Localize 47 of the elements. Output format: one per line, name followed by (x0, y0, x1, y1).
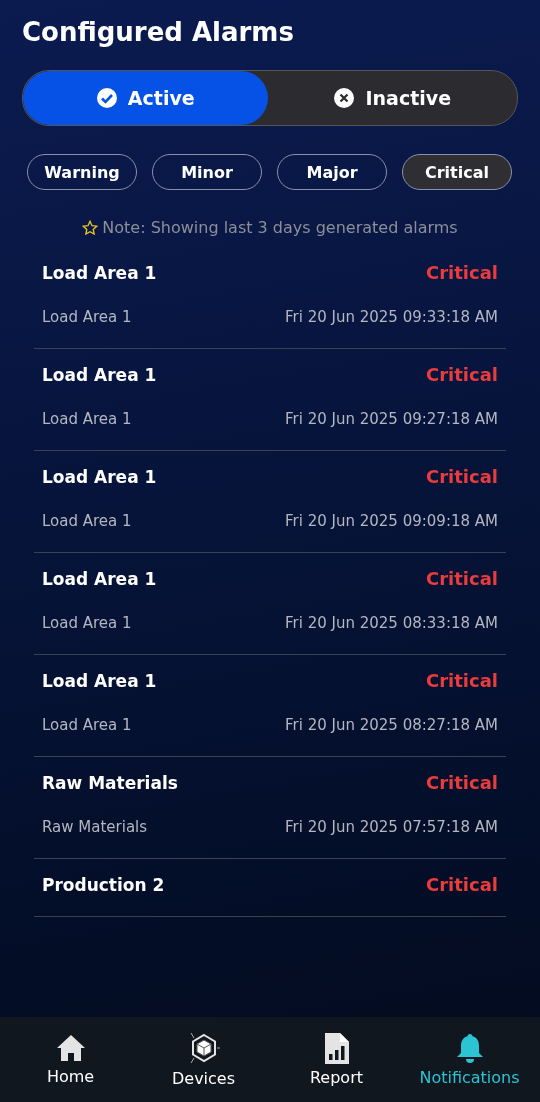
alarm-name: Load Area 1 (42, 262, 157, 285)
alarm-row[interactable]: Load Area 1 Critical Load Area 1 Fri 20 Jun 2025 09:33:18 AM (34, 247, 506, 349)
report-icon (324, 1032, 349, 1064)
alarm-source: Load Area 1 (42, 307, 132, 328)
alarm-name: Raw Materials (42, 772, 178, 795)
severity-label: Critical (425, 567, 498, 591)
status-tab[interactable]: Inactive (267, 71, 517, 125)
alarm-source: Load Area 1 (42, 715, 132, 736)
alarm-time: Fri 20 Jun 2025 07:57:18 AM (285, 817, 498, 838)
bell-icon (455, 1032, 484, 1064)
alarm-time: Fri 20 Jun 2025 09:27:18 AM (285, 409, 498, 430)
alarm-source: Load Area 1 (42, 511, 132, 532)
alarm-row[interactable]: Raw Materials Critical Raw Materials Fri 20 Jun 2025 07:57:18 AM (34, 757, 506, 859)
alarm-row[interactable]: Load Area 1 Critical Load Area 1 Fri 20 Jun 2025 09:09:18 AM (34, 451, 506, 553)
note-text: Note: Showing last 3 days generated alarms (102, 218, 458, 237)
alarm-name: Load Area 1 (42, 568, 157, 591)
severity-label: Critical (425, 669, 498, 693)
alarm-time: Fri 20 Jun 2025 09:33:18 AM (285, 307, 498, 328)
alarm-time: Fri 20 Jun 2025 08:27:18 AM (285, 715, 498, 736)
alarm-row[interactable]: Load Area 1 Critical Load Area 1 Fri 20 Jun 2025 09:27:18 AM (34, 349, 506, 451)
severity-label: Critical (425, 261, 498, 285)
severity-label: Critical (425, 771, 498, 795)
alarm-name: Load Area 1 (42, 364, 157, 387)
nav-item[interactable]: Devices (138, 1031, 269, 1088)
alarm-name: Load Area 1 (42, 670, 157, 693)
alarm-source: Load Area 1 (42, 613, 132, 634)
alarm-source: Raw Materials (42, 817, 148, 838)
alarm-time: Fri 20 Jun 2025 08:33:18 AM (285, 613, 498, 634)
alarm-row[interactable]: Production 2 Critical (34, 859, 506, 917)
close-circle-icon (333, 87, 356, 109)
alarm-name: Load Area 1 (42, 466, 157, 489)
check-circle-icon (95, 87, 118, 109)
alarm-row[interactable]: Load Area 1 Critical Load Area 1 Fri 20 Jun 2025 08:33:18 AM (34, 553, 506, 655)
filter-chip[interactable]: Critical (402, 154, 512, 190)
page-title: Configured Alarms (22, 16, 295, 49)
nav-item[interactable]: Notifications (404, 1032, 535, 1087)
nav-item[interactable]: Home (5, 1033, 136, 1086)
nav-item[interactable]: Report (271, 1032, 402, 1087)
alarm-time: Fri 20 Jun 2025 09:09:18 AM (285, 511, 498, 532)
severity-label: Critical (425, 363, 498, 387)
star-icon (82, 219, 99, 236)
alarm-source: Load Area 1 (42, 409, 132, 430)
status-tab[interactable]: Active (23, 71, 268, 125)
alarm-row[interactable]: Load Area 1 Critical Load Area 1 Fri 20 Jun 2025 08:27:18 AM (34, 655, 506, 757)
severity-label: Critical (425, 873, 498, 897)
severity-label: Critical (425, 465, 498, 489)
alarm-name: Production 2 (42, 874, 165, 897)
